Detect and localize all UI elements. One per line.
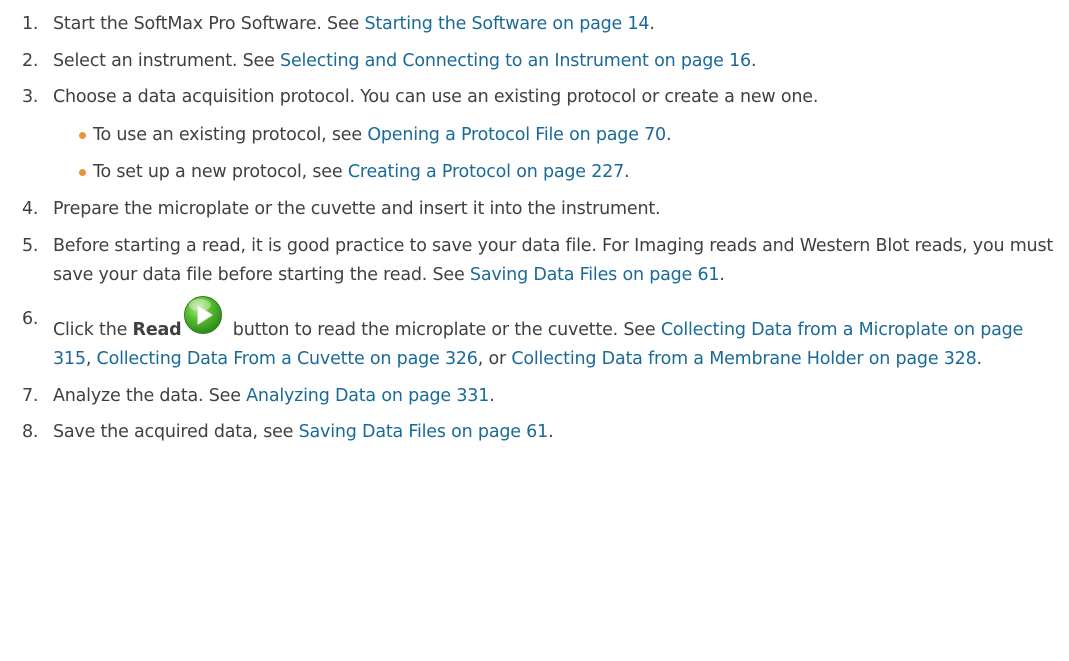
bullet-item: To set up a new protocol, see Creating a… [78, 158, 1069, 187]
step-text-end: . [976, 349, 983, 369]
step-1: 1. Start the SoftMax Pro Software. See S… [22, 10, 1069, 39]
step-text: Before starting a read, it is good pract… [53, 232, 1063, 289]
link-saving-data-files-2[interactable]: Saving Data Files on page 61 [299, 422, 549, 442]
link-saving-data-files[interactable]: Saving Data Files on page 61 [470, 265, 720, 285]
step-text-separator: , [85, 349, 97, 369]
link-creating-protocol[interactable]: Creating a Protocol on page 227 [348, 162, 624, 182]
bullet-text-end: . [624, 162, 630, 182]
step-number: 2. [22, 50, 39, 71]
step-text-plain: Save the acquired data, see [53, 422, 299, 442]
step-text: Start the SoftMax Pro Software. See Star… [53, 10, 1063, 39]
step-text-plain: Select an instrument. See [53, 50, 281, 71]
bullet-text-plain: To use an existing protocol, see [93, 124, 368, 145]
bullet-dot-icon [78, 158, 93, 186]
bullet-text: To set up a new protocol, see Creating a… [93, 158, 630, 187]
step-text: Select an instrument. See Selecting and … [53, 47, 1063, 76]
step-text-plain: Start the SoftMax Pro Software. See [53, 14, 365, 34]
bullet-text-end: . [666, 124, 672, 145]
step-4: 4. Prepare the microplate or the cuvette… [22, 195, 1069, 224]
read-play-icon[interactable] [183, 295, 223, 335]
bullet-text-plain: To set up a new protocol, see [93, 162, 348, 182]
step-text-plain: Click the [53, 320, 133, 340]
step-number: 7. [22, 385, 39, 406]
step-text-separator: , or [477, 349, 512, 369]
step-text-plain: Analyze the data. See [53, 385, 247, 406]
step-text: Prepare the microplate or the cuvette an… [53, 198, 661, 219]
read-label: Read [132, 320, 182, 340]
step-5: 5. Before starting a read, it is good pr… [22, 232, 1069, 289]
step-number: 8. [22, 422, 39, 442]
link-starting-the-software[interactable]: Starting the Software on page 14 [364, 14, 649, 34]
step-text-plain: button to read the microplate or the cuv… [227, 320, 661, 340]
step-text-end: . [649, 14, 655, 34]
step-text-end: . [548, 422, 554, 442]
step-number: 5. [22, 236, 39, 256]
bullet-text: To use an existing protocol, see Opening… [93, 121, 672, 150]
step-8: 8. Save the acquired data, see Saving Da… [22, 418, 1069, 447]
step-number: 3. [22, 87, 39, 107]
step-6: 6. Click the Read button to read the mic… [22, 296, 1069, 374]
link-collecting-cuvette[interactable]: Collecting Data From a Cuvette on page 3… [97, 349, 478, 369]
step-text-end: . [489, 385, 495, 406]
step-text-end: . [719, 264, 725, 285]
step-3: 3. Choose a data acquisition protocol. Y… [22, 83, 1069, 112]
instruction-page: 1. Start the SoftMax Pro Software. See S… [0, 0, 1069, 661]
link-opening-protocol-file[interactable]: Opening a Protocol File on page 70 [367, 125, 666, 145]
step-text: Click the Read button to read the microp… [53, 296, 1063, 374]
step-text-end: . [750, 50, 757, 71]
step-text: Save the acquired data, see Saving Data … [53, 418, 1063, 447]
bullet-dot-icon [78, 121, 93, 149]
bullet-item: To use an existing protocol, see Opening… [78, 121, 1069, 150]
link-analyzing-data[interactable]: Analyzing Data on page 331 [246, 386, 489, 406]
step-number: 6. [22, 309, 39, 329]
link-selecting-instrument[interactable]: Selecting and Connecting to an Instrumen… [280, 51, 751, 71]
step-2: 2. Select an instrument. See Selecting a… [22, 47, 1069, 76]
step-number: 4. [22, 198, 39, 219]
step-number: 1. [22, 14, 39, 34]
link-collecting-membrane-holder[interactable]: Collecting Data from a Membrane Holder o… [511, 349, 976, 369]
step-text: Choose a data acquisition protocol. You … [53, 87, 819, 107]
step-7: 7. Analyze the data. See Analyzing Data … [22, 382, 1069, 411]
step-text: Analyze the data. See Analyzing Data on … [53, 382, 1063, 411]
step-3-bullets: To use an existing protocol, see Opening… [22, 121, 1069, 187]
